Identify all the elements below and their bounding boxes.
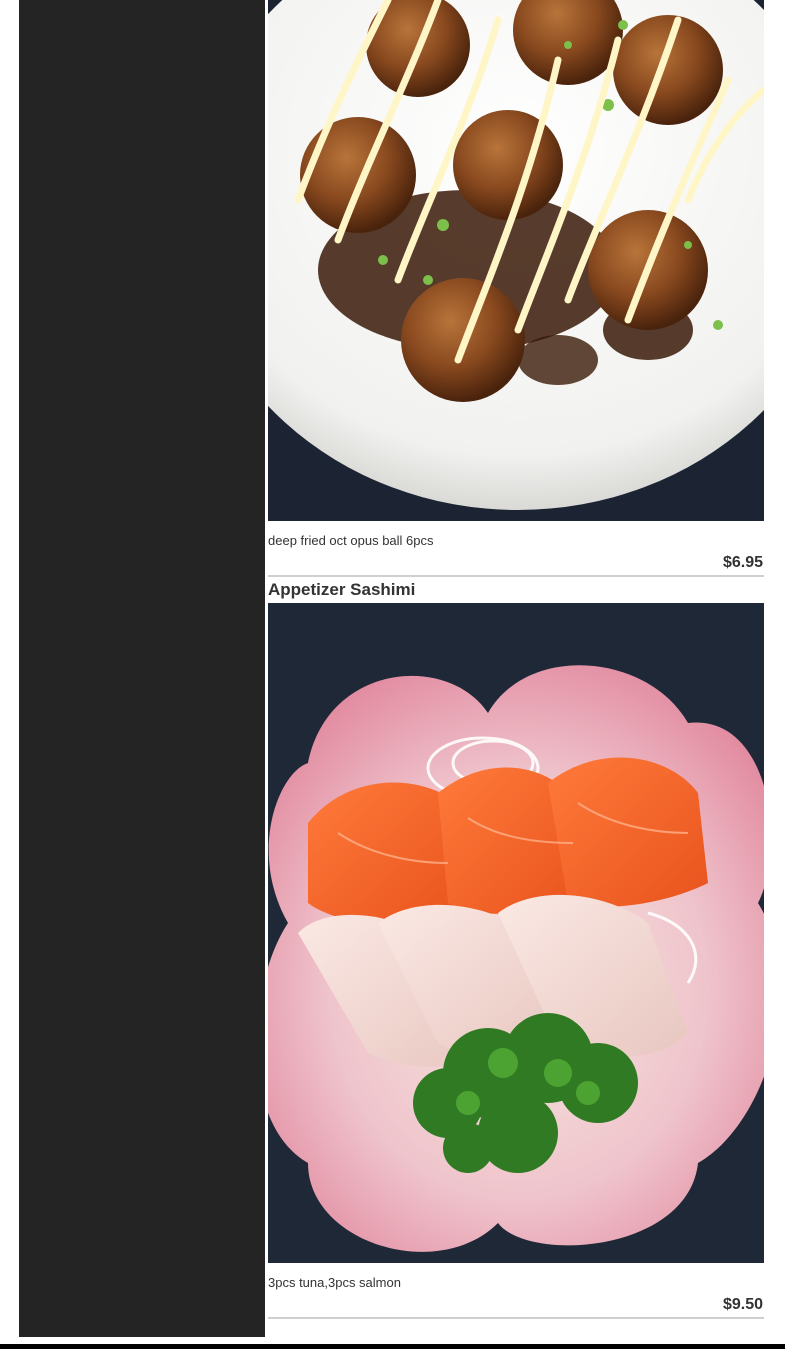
takoyaki-image: [268, 0, 764, 521]
item-description: deep fried oct opus ball 6pcs: [268, 533, 434, 548]
item-title[interactable]: Appetizer Sashimi: [268, 579, 415, 601]
sashimi-image: [268, 603, 764, 1263]
item-price: $6.95: [722, 554, 763, 571]
item-price: $9.50: [722, 1296, 763, 1313]
menu-page: deep fried oct opus ball 6pcs $6.95 Appe…: [0, 0, 785, 1349]
item-divider: [268, 575, 764, 577]
item-description: 3pcs tuna,3pcs salmon: [268, 1275, 401, 1290]
takoyaki-photo[interactable]: [268, 0, 764, 521]
sidebar: [19, 0, 265, 1337]
bottom-bar: [0, 1344, 785, 1349]
sashimi-photo[interactable]: [268, 603, 764, 1263]
item-divider: [268, 1317, 764, 1319]
